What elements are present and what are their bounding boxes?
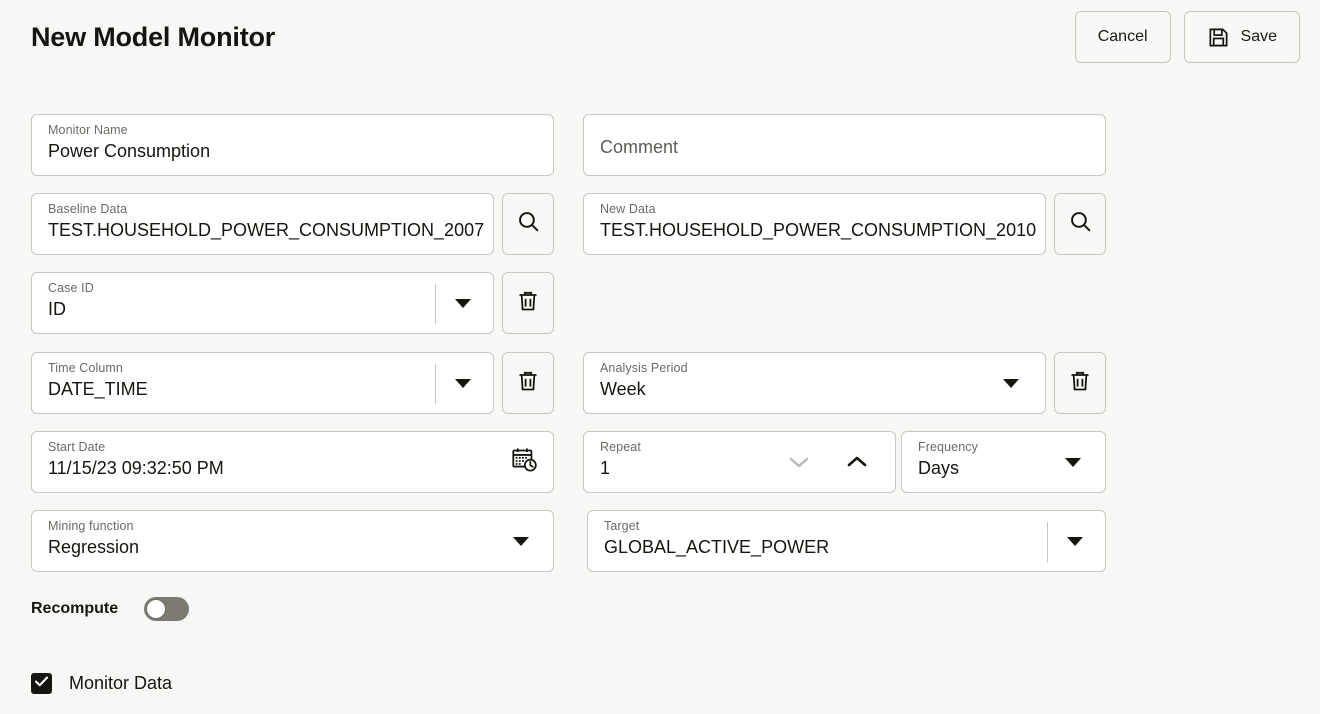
baseline-data-value: TEST.HOUSEHOLD_POWER_CONSUMPTION_2007 [48,220,485,240]
frequency-dropdown-button[interactable] [1051,432,1095,492]
page-title: New Model Monitor [31,22,276,52]
chevron-down-icon [1002,377,1020,389]
frequency-label: Frequency [918,440,978,454]
trash-icon [516,369,540,398]
trash-icon [1068,369,1092,398]
recompute-row: Recompute [31,597,190,621]
time-column-field[interactable]: Time Column DATE_TIME [31,352,494,414]
case-id-field[interactable]: Case ID ID [31,272,494,334]
case-id-delete-button[interactable] [502,272,554,334]
recompute-label: Recompute [31,600,119,617]
baseline-data-label: Baseline Data [48,202,128,216]
case-id-label: Case ID [48,281,94,295]
baseline-data-search-button[interactable] [502,193,554,255]
mining-function-value: Regression [48,537,140,557]
target-value: GLOBAL_ACTIVE_POWER [604,537,830,557]
save-icon [1207,26,1230,49]
monitor-name-label: Monitor Name [48,123,128,137]
chevron-down-icon [454,297,472,309]
case-id-divider [435,284,436,324]
calendar-clock-icon [511,446,538,478]
time-column-value: DATE_TIME [48,379,148,399]
analysis-period-field[interactable]: Analysis Period Week [583,352,1046,414]
checkmark-icon [34,675,49,693]
search-icon [1068,209,1093,239]
monitor-name-value: Power Consumption [48,141,211,161]
repeat-increment-button[interactable] [835,432,879,492]
start-date-label: Start Date [48,440,106,454]
time-column-divider [435,364,436,404]
comment-placeholder: Comment [600,137,679,157]
chevron-down-icon [1066,535,1084,547]
start-date-value: 11/15/23 09:32:50 PM [48,458,224,478]
new-data-search-button[interactable] [1054,193,1106,255]
save-button-label: Save [1240,28,1277,45]
chevron-down-icon [454,377,472,389]
recompute-toggle-knob [146,599,167,619]
repeat-field[interactable]: Repeat 1 [583,431,896,493]
mining-function-dropdown-button[interactable] [499,511,543,571]
chevron-down-icon [512,535,530,547]
chevron-down-icon [788,455,810,469]
case-id-value: ID [48,299,66,319]
mining-function-label: Mining function [48,519,134,533]
time-column-delete-button[interactable] [502,352,554,414]
chevron-up-icon [846,455,868,469]
analysis-period-value: Week [600,379,646,399]
page-header: New Model Monitor Cancel Save [0,0,1320,76]
time-column-dropdown-button[interactable] [441,353,485,413]
save-button[interactable]: Save [1183,11,1300,63]
target-dropdown-button[interactable] [1053,511,1097,571]
frequency-field[interactable]: Frequency Days [901,431,1106,493]
cancel-button[interactable]: Cancel [1074,11,1171,63]
case-id-dropdown-button[interactable] [441,273,485,333]
trash-icon [516,289,540,318]
mining-function-field[interactable]: Mining function Regression [31,510,554,572]
new-data-label: New Data [600,202,656,216]
start-date-field[interactable]: Start Date 11/15/23 09:32:50 PM [31,431,554,493]
monitor-data-checkbox[interactable] [31,673,52,694]
monitor-data-row: Monitor Data [31,673,172,694]
analysis-period-dropdown-button[interactable] [989,353,1033,413]
recompute-toggle[interactable] [144,597,190,621]
chevron-down-icon [1064,456,1082,468]
monitor-name-field[interactable]: Monitor Name Power Consumption [31,114,554,176]
target-field[interactable]: Target GLOBAL_ACTIVE_POWER [587,510,1106,572]
frequency-value: Days [918,458,960,478]
search-icon [516,209,541,239]
target-divider [1047,522,1048,562]
baseline-data-field[interactable]: Baseline Data TEST.HOUSEHOLD_POWER_CONSU… [31,193,494,255]
analysis-period-delete-button[interactable] [1054,352,1106,414]
header-actions: Cancel Save [1074,11,1300,63]
monitor-data-label: Monitor Data [69,673,173,693]
time-column-label: Time Column [48,361,123,375]
comment-field[interactable]: Comment [583,114,1106,176]
cancel-button-label: Cancel [1097,28,1148,45]
new-data-field[interactable]: New Data TEST.HOUSEHOLD_POWER_CONSUMPTIO… [583,193,1046,255]
target-label: Target [604,519,640,533]
repeat-decrement-button[interactable] [777,432,821,492]
analysis-period-label: Analysis Period [600,361,688,375]
new-model-monitor-page: New Model Monitor Cancel Save Monitor Na… [0,0,1320,714]
calendar-picker-button[interactable] [501,432,547,492]
repeat-value: 1 [600,458,611,478]
new-data-value: TEST.HOUSEHOLD_POWER_CONSUMPTION_2010 [600,220,1037,240]
repeat-label: Repeat [600,440,641,454]
